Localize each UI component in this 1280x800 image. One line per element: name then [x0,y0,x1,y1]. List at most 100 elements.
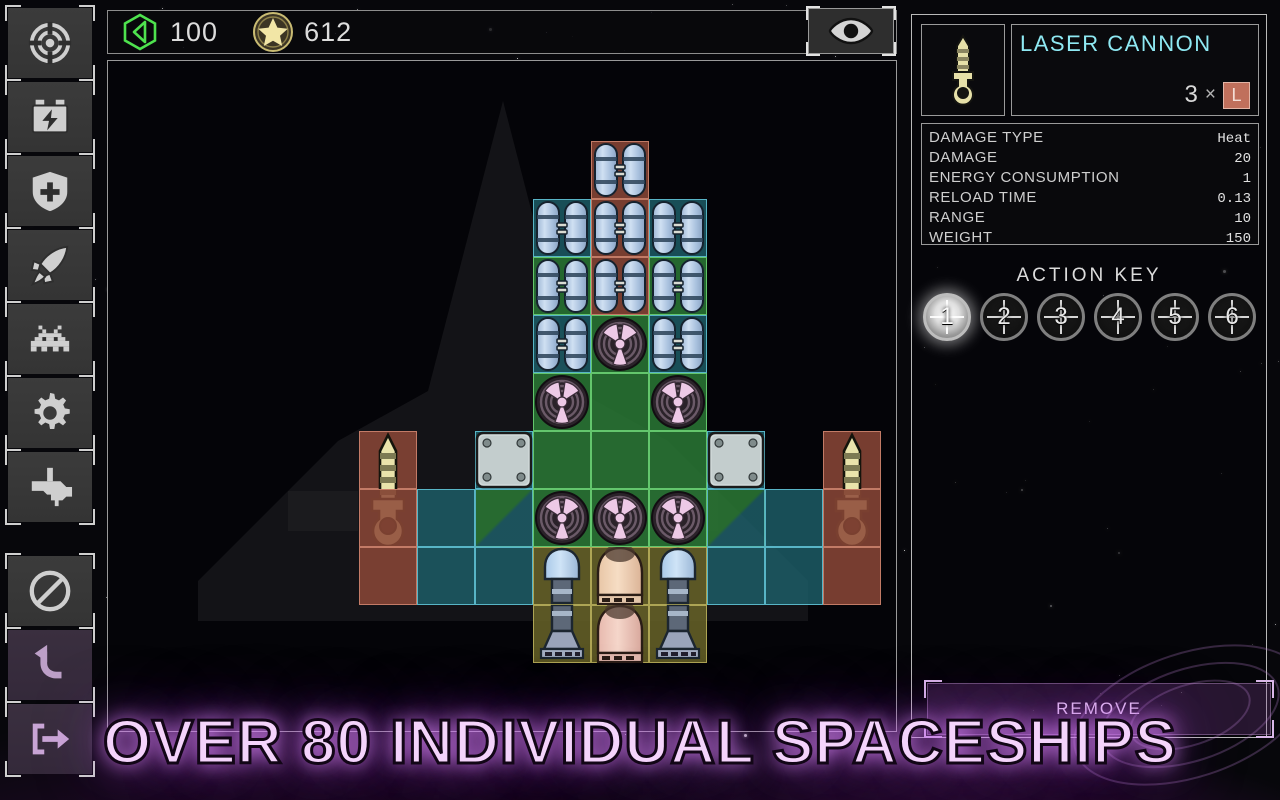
grid-cell[interactable] [707,489,765,547]
engine-module-top [659,547,697,605]
weapons-target-icon [28,21,72,65]
grid-cell[interactable] [765,547,823,605]
grid-cell-tile [649,431,707,489]
sidebar-item-cancel[interactable] [5,553,95,629]
action-key-3[interactable]: 3 [1037,293,1085,341]
grid-cell[interactable] [533,257,591,315]
grid-cell[interactable] [533,431,591,489]
sidebar-item-weapons[interactable] [5,5,95,81]
grid-cell[interactable] [649,489,707,547]
action-key-2[interactable]: 2 [980,293,1028,341]
grid-cell[interactable] [591,257,649,315]
exit-arrow-icon [32,723,70,755]
fuel-tank-module [652,201,704,255]
action-key-label: 6 [1225,303,1239,330]
action-key-label: 4 [1111,303,1125,330]
item-name-box: LASER CANNON 3 × L [1011,24,1259,116]
stat-row: ENERGY CONSUMPTION 1 [929,169,1251,189]
grid-cell[interactable] [475,431,533,489]
game-screen: 100 612 LASER CANNON 3 × L DAMAGE TYPE H… [0,0,1280,800]
grid-cell-module [591,257,649,315]
grid-cell[interactable] [649,603,707,663]
stat-value: 1 [1242,171,1251,187]
grid-cell[interactable] [417,489,475,547]
grid-cell[interactable] [417,547,475,605]
grid-cell-module [591,601,649,664]
grid-cell[interactable] [533,603,591,663]
action-key-5[interactable]: 5 [1151,293,1199,341]
stat-row: RELOAD TIME 0.13 [929,189,1251,209]
fuel-tank-module [536,317,588,371]
grid-cell[interactable] [591,315,649,373]
action-key-list[interactable]: 1 2 3 4 5 6 [923,293,1259,341]
action-key-1[interactable]: 1 [923,293,971,341]
sidebar-item-settings[interactable] [5,375,95,451]
reactor-module [651,375,705,429]
grid-cell[interactable] [823,489,881,547]
sidebar-item-undo[interactable] [5,627,95,703]
grid-cell[interactable] [649,199,707,257]
grid-cell-tile [707,489,765,547]
grid-cell-module [533,199,591,257]
grid-cell[interactable] [475,547,533,605]
stat-row: DAMAGE TYPE Heat [929,129,1251,149]
grid-cell[interactable] [649,315,707,373]
grid-cell-module [533,547,591,605]
stat-label: DAMAGE [929,149,998,166]
grid-cell-tile [359,547,417,605]
sidebar-item-exit[interactable] [5,701,95,777]
sidebar-item-enemies[interactable] [5,301,95,377]
grid-cell[interactable] [359,547,417,605]
grid-cell[interactable] [533,373,591,431]
sidebar-item-shields[interactable] [5,153,95,229]
stat-label: RELOAD TIME [929,189,1038,206]
grid-cell[interactable] [591,373,649,431]
grid-cell-module [591,199,649,257]
grid-cell[interactable] [533,315,591,373]
sidebar-item-energy[interactable] [5,79,95,155]
grid-cell[interactable] [359,431,417,548]
grid-cell[interactable] [591,601,649,664]
grid-cell[interactable] [533,489,591,547]
armor-plate-module [707,431,765,489]
grid-cell[interactable] [823,547,881,605]
remove-button[interactable]: REMOVE [924,680,1274,738]
grid-cell[interactable] [475,489,533,547]
grid-cell[interactable] [765,489,823,547]
item-preview [921,24,1005,116]
action-key-4[interactable]: 4 [1094,293,1142,341]
grid-cell[interactable] [649,373,707,431]
grid-cell[interactable] [649,431,707,489]
grid-cell[interactable] [649,547,707,605]
credits-value: 100 [170,16,219,47]
grid-cell[interactable] [591,544,649,606]
grid-cell[interactable] [649,257,707,315]
grid-cell-module [649,257,707,315]
grid-cell[interactable] [359,489,417,547]
grid-cell[interactable] [591,141,649,199]
grid-cell-module [533,603,591,663]
module-grid[interactable] [108,61,896,731]
slot-key-badge[interactable]: L [1223,81,1250,109]
grid-cell-module [533,489,591,547]
grid-cell-tile [765,489,823,547]
grid-cell-tile [823,547,881,605]
engine-module-pink-bottom [596,601,644,664]
fuel-tank-module [536,259,588,313]
gear-icon [34,392,70,430]
ship-build-area[interactable] [107,60,897,732]
sidebar-item-engines[interactable] [5,227,95,303]
grid-cell[interactable] [533,199,591,257]
grid-cell[interactable] [707,547,765,605]
grid-cell[interactable] [591,489,649,547]
grid-cell-module [649,547,707,605]
sidebar [5,5,96,792]
grid-cell[interactable] [591,431,649,489]
action-key-6[interactable]: 6 [1208,293,1256,341]
visibility-toggle-button[interactable] [806,6,896,56]
grid-cell[interactable] [707,431,765,489]
grid-cell[interactable] [823,431,881,548]
grid-cell[interactable] [591,199,649,257]
grid-cell[interactable] [533,547,591,605]
sidebar-item-hull[interactable] [5,449,95,525]
